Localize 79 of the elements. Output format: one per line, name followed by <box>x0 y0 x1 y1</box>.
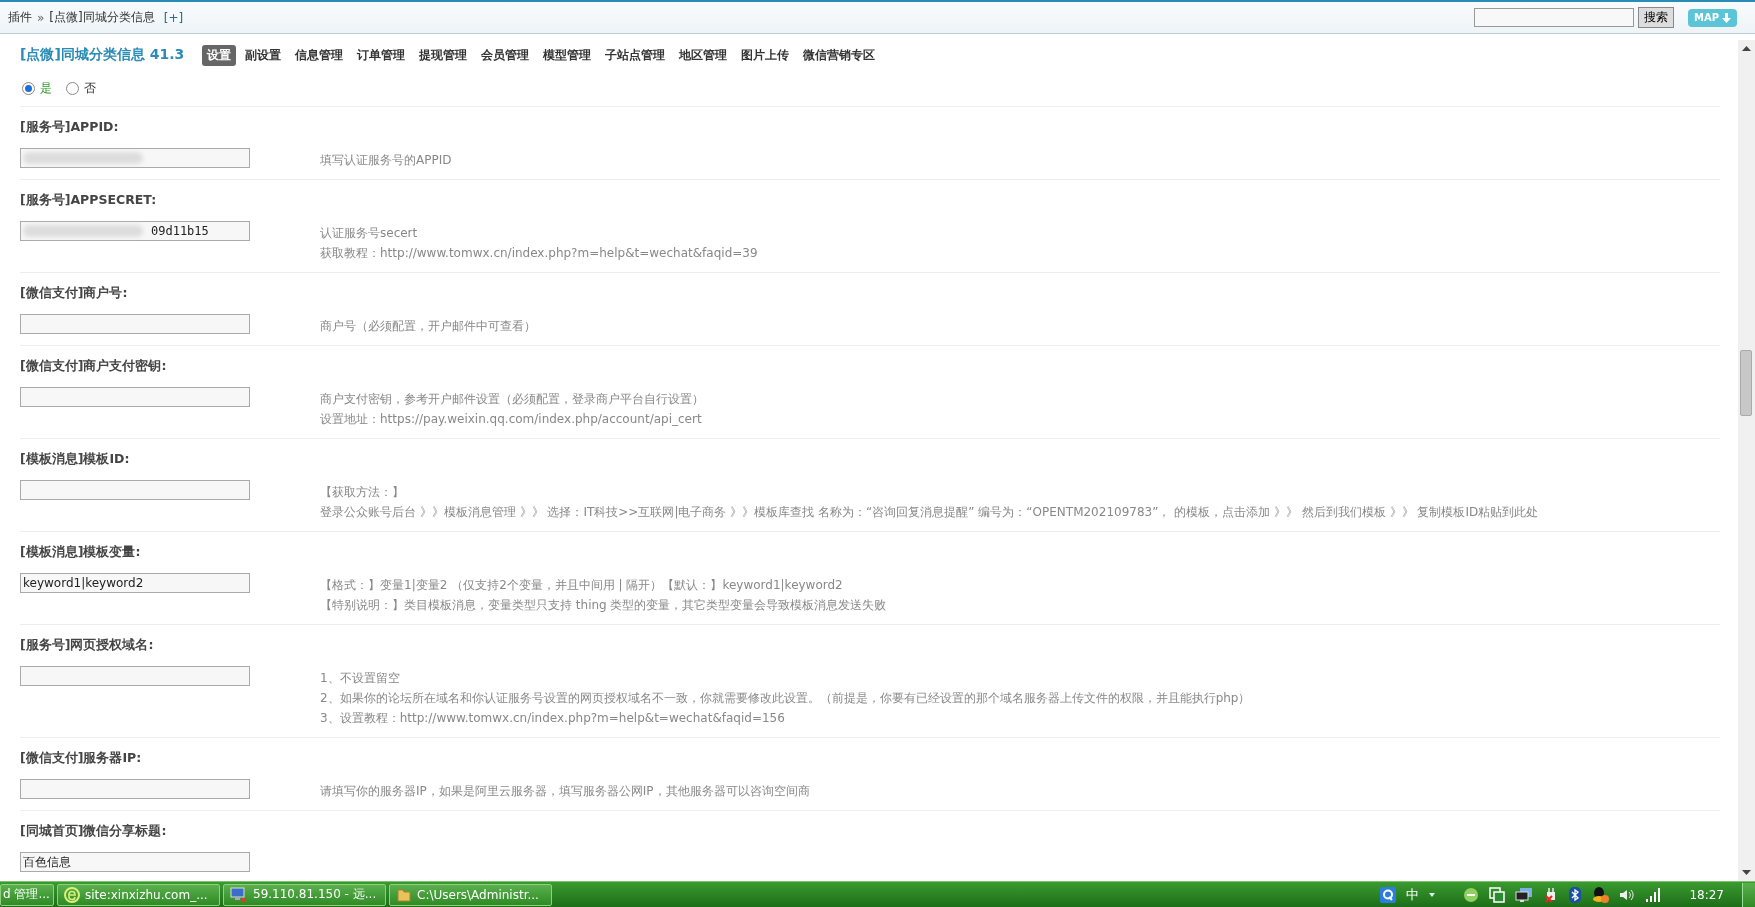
setting-label: [同城首页]微信分享标题: <box>20 822 168 840</box>
radio-option[interactable]: 否 <box>66 79 96 97</box>
folder-icon <box>396 886 412 903</box>
setting-label: [微信支付]商户号: <box>20 284 129 302</box>
radio-button[interactable] <box>22 81 35 95</box>
help-text: 填写认证服务号的APPID <box>320 152 452 169</box>
input-method[interactable]: 中 <box>1406 885 1420 904</box>
text-field[interactable] <box>20 387 250 407</box>
radio-label: 是 <box>40 79 52 97</box>
bluetooth-icon[interactable] <box>1569 886 1582 903</box>
text-field[interactable] <box>20 148 250 168</box>
text-field[interactable] <box>20 779 250 799</box>
nav-tab[interactable]: 副设置 <box>240 44 287 66</box>
radio-option[interactable]: 是 <box>22 79 52 97</box>
help-text: 认证服务号secert <box>320 225 419 242</box>
help-text: 商户支付密钥，参考开户邮件设置（必须配置，登录商户平台自行设置） <box>320 391 704 408</box>
plugin-title: [点微]同城分类信息 41.3 <box>20 46 185 64</box>
windows-icon[interactable] <box>1489 886 1506 903</box>
nav-tab[interactable]: 订单管理 <box>352 44 411 66</box>
nav-tab[interactable]: 地区管理 <box>674 44 733 66</box>
field-value: keyword1|keyword2 <box>23 576 144 590</box>
setting-label: [服务号]网页授权域名: <box>20 636 155 654</box>
figure-icon[interactable] <box>1591 886 1610 903</box>
setting-label: [微信支付]服务器IP: <box>20 749 143 767</box>
nav-tab[interactable]: 模型管理 <box>538 44 597 66</box>
taskbar-window[interactable]: 59.110.81.150 - 远... <box>223 883 386 906</box>
remote-desktop-icon <box>230 886 248 903</box>
field-value: 百色信息 <box>23 853 71 871</box>
caret-icon[interactable] <box>1429 892 1436 897</box>
search-button[interactable]: 搜索 <box>1637 7 1674 28</box>
text-field[interactable] <box>20 480 250 500</box>
text-field[interactable]: keyword1|keyword2 <box>20 573 250 593</box>
help-text: 获取教程：http://www.tomwx.cn/index.php?m=help&t=wechat&faqid=39 <box>320 245 758 262</box>
text-field[interactable] <box>20 666 250 686</box>
help-text: 请填写你的服务器IP，如果是阿里云服务器，填写服务器公网IP，其他服务器可以咨询空间商 <box>320 783 810 800</box>
clock[interactable]: 18:27 <box>1689 887 1724 902</box>
help-text: 2、如果你的论坛所在域名和你认证服务号设置的网页授权域名不一致，你就需要修改此设置。（前提是，你要有已经设置的那个域名服务器上传文件的权限，并且能执行php） <box>320 690 1251 707</box>
breadcrumb-link[interactable]: [点微]同城分类信息 <box>49 9 155 26</box>
nav-tab[interactable]: 图片上传 <box>736 44 795 66</box>
scroll-down-icon[interactable] <box>1742 870 1751 875</box>
radio-label: 否 <box>84 79 96 97</box>
help-text: 登录公众账号后台 》》模板消息管理 》》 选择：IT科技>>互联网|电子商务 》》模板库查找 名称为：“咨询回复消息提醒” 编号为：“OPENTM202109783”， 的模板，点击添加 》》 然后到我们模板 》》 复制模板ID粘贴到此处 <box>320 504 1539 521</box>
nav-tab[interactable]: 提现管理 <box>414 44 473 66</box>
help-text: 【特别说明：】类目模板消息，变量类型只支持 thing 类型的变量，其它类型变量会导致模板消息发送失败 <box>320 597 887 614</box>
circle-icon[interactable] <box>1463 886 1480 903</box>
text-field[interactable] <box>20 314 250 334</box>
down-arrow-icon <box>1722 12 1731 23</box>
scroll-up-icon[interactable] <box>1742 46 1751 51</box>
show-desktop-button[interactable] <box>1742 882 1755 907</box>
scrollbar[interactable] <box>1738 40 1755 881</box>
monitor-icon[interactable] <box>1515 886 1534 903</box>
text-field[interactable]: 09d11b15 <box>20 221 250 241</box>
nav-tab[interactable]: 会员管理 <box>476 44 535 66</box>
setting-label: [模板消息]模板变量: <box>20 543 142 561</box>
nav-tab[interactable]: 微信营销专区 <box>798 44 881 66</box>
nav-tab[interactable]: 子站点管理 <box>600 44 671 66</box>
scrollbar-thumb[interactable] <box>1740 350 1752 416</box>
setting-label: [模板消息]模板ID: <box>20 450 131 468</box>
help-text: 1、不设置留空 <box>320 670 401 687</box>
signal-icon[interactable] <box>1645 887 1662 902</box>
setting-label: [服务号]APPSECRET: <box>20 191 158 209</box>
globe-e-icon <box>64 886 80 903</box>
q-app-icon[interactable] <box>1380 886 1397 903</box>
breadcrumb-link[interactable]: 插件 <box>8 9 32 26</box>
setting-label: [微信支付]商户支付密钥: <box>20 357 168 375</box>
setting-label: [服务号]APPID: <box>20 118 120 136</box>
radio-button[interactable] <box>66 81 79 95</box>
help-text: 【格式：】变量1|变量2 （仅支持2个变量，并且中间用 | 隔开）【默认：】keyword1|keyword2 <box>320 577 844 594</box>
help-text: 设置地址：https://pay.weixin.qq.com/index.php/account/api_cert <box>320 411 703 428</box>
search-field[interactable] <box>1473 8 1634 27</box>
text-field[interactable]: 百色信息 <box>20 852 250 872</box>
add-link[interactable]: [+] <box>163 10 184 25</box>
nav-tab[interactable]: 设置 <box>202 44 237 66</box>
help-text: 3、设置教程：http://www.tomwx.cn/index.php?m=help&t=wechat&faqid=156 <box>320 710 786 727</box>
field-value: 09d11b15 <box>151 224 209 238</box>
nav-tab[interactable]: 信息管理 <box>290 44 349 66</box>
breadcrumb-separator: » <box>37 10 45 25</box>
help-text: 【获取方法：】 <box>320 484 405 501</box>
help-text: 商户号（必须配置，开户邮件中可查看） <box>320 318 536 335</box>
